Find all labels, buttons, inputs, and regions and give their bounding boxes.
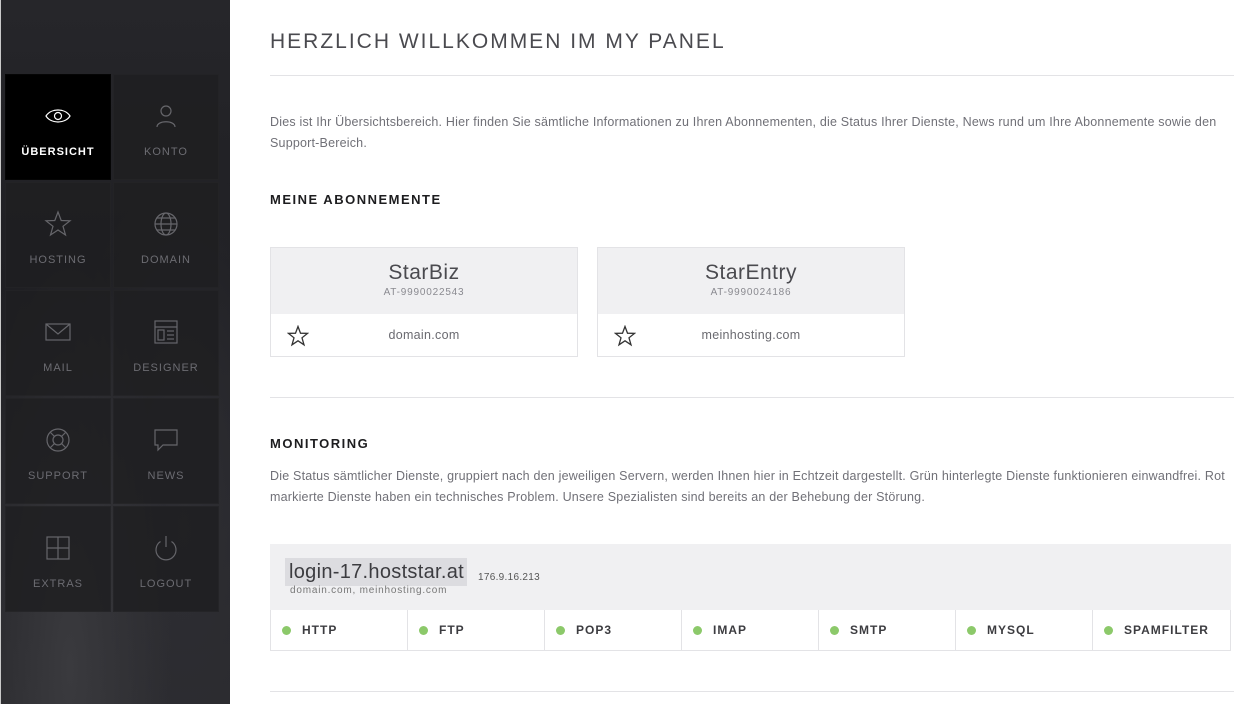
status-dot-icon [967, 625, 976, 635]
subscription-card-header: StarEntry AT-9990024186 [598, 248, 904, 314]
lifebuoy-icon [44, 426, 72, 454]
star-icon [44, 210, 72, 238]
server-domains: domain.com, meinhosting.com [290, 585, 448, 596]
sidebar-item-label: LOGOUT [139, 578, 193, 590]
service-status-smtp: SMTP [819, 610, 956, 650]
subscription-plan: StarEntry [704, 261, 798, 284]
server-header: login-17.hoststar.at 176.9.16.213 domain… [270, 544, 1231, 610]
subscription-code: AT-9990022543 [383, 287, 465, 298]
sidebar-item-domain[interactable]: DOMAIN [113, 182, 219, 288]
sidebar-item-label: DOMAIN [141, 254, 191, 266]
sidebar-item-mail[interactable]: MAIL [5, 290, 111, 396]
sidebar-item-hosting[interactable]: HOSTING [5, 182, 111, 288]
service-status-pop3: POP3 [545, 610, 682, 650]
subscription-card-footer: domain.com [271, 314, 577, 357]
sidebar-item-label: ÜBERSICHT [21, 146, 95, 158]
service-name: SMTP [850, 623, 888, 637]
service-list: HTTP FTP POP3 IMAP SMTP MYSQL SPAMFILTER [270, 610, 1231, 651]
status-dot-icon [419, 625, 428, 635]
envelope-icon [44, 318, 72, 346]
status-dot-icon [830, 625, 839, 635]
sidebar-item-uebersicht[interactable]: ÜBERSICHT [5, 74, 111, 180]
divider [270, 75, 1234, 76]
layout-icon [152, 318, 180, 346]
subscription-domain[interactable]: meinhosting.com [598, 328, 904, 342]
plus-box-icon [44, 534, 72, 562]
monitoring-title: MONITORING [270, 436, 370, 451]
server-ip: 176.9.16.213 [478, 572, 540, 583]
service-name: HTTP [302, 623, 338, 637]
service-status-mysql: MYSQL [956, 610, 1093, 650]
divider [270, 397, 1234, 398]
eye-icon [44, 102, 72, 130]
subscription-domain[interactable]: domain.com [271, 328, 577, 342]
page-title: HERZLICH WILLKOMMEN IM MY PANEL [270, 30, 726, 53]
sidebar-item-designer[interactable]: DESIGNER [113, 290, 219, 396]
service-name: IMAP [713, 623, 747, 637]
subscription-plan: StarBiz [388, 261, 460, 284]
subscriptions-title: MEINE ABONNEMENTE [270, 192, 442, 207]
power-icon [152, 534, 180, 562]
sidebar-item-logout[interactable]: LOGOUT [113, 506, 219, 612]
sidebar-item-label: MAIL [43, 362, 73, 374]
service-name: POP3 [576, 623, 613, 637]
subscription-card-footer: meinhosting.com [598, 314, 904, 357]
service-status-ftp: FTP [408, 610, 545, 650]
server-hostname: login-17.hoststar.at [285, 558, 467, 586]
speech-bubble-icon [152, 426, 180, 454]
sidebar-item-label: DESIGNER [133, 362, 199, 374]
globe-icon [152, 210, 180, 238]
sidebar-item-label: EXTRAS [32, 578, 83, 590]
sidebar-item-extras[interactable]: EXTRAS [5, 506, 111, 612]
server-status-box: login-17.hoststar.at 176.9.16.213 domain… [270, 544, 1231, 651]
status-dot-icon [693, 625, 702, 635]
sidebar-item-label: KONTO [144, 146, 188, 158]
service-status-http: HTTP [271, 610, 408, 650]
subscription-card[interactable]: StarEntry AT-9990024186 meinhosting.com [597, 247, 905, 357]
service-name: MYSQL [987, 623, 1035, 637]
sidebar-item-konto[interactable]: KONTO [113, 74, 219, 180]
sidebar-item-support[interactable]: SUPPORT [5, 398, 111, 504]
subscription-card-header: StarBiz AT-9990022543 [271, 248, 577, 314]
sidebar-item-news[interactable]: NEWS [113, 398, 219, 504]
status-dot-icon [556, 625, 565, 635]
sidebar-item-label: SUPPORT [28, 470, 88, 482]
subscription-code: AT-9990024186 [710, 287, 792, 298]
sidebar: ÜBERSICHT KONTO HOSTING DOMAIN MAIL DESI… [0, 0, 230, 704]
service-name: SPAMFILTER [1124, 623, 1209, 637]
service-status-spamfilter: SPAMFILTER [1093, 610, 1230, 650]
sidebar-nav: ÜBERSICHT KONTO HOSTING DOMAIN MAIL DESI… [5, 74, 219, 612]
service-name: FTP [439, 623, 465, 637]
service-status-imap: IMAP [682, 610, 819, 650]
sidebar-item-label: HOSTING [29, 254, 87, 266]
subscription-card[interactable]: StarBiz AT-9990022543 domain.com [270, 247, 578, 357]
monitoring-text: Die Status sämtlicher Dienste, gruppiert… [270, 469, 1225, 504]
sidebar-item-label: NEWS [147, 470, 185, 482]
intro-text: Dies ist Ihr Übersichtsbereich. Hier fin… [270, 115, 1217, 150]
status-dot-icon [1104, 625, 1113, 635]
status-dot-icon [282, 625, 291, 635]
divider [270, 691, 1234, 692]
user-icon [152, 102, 180, 130]
